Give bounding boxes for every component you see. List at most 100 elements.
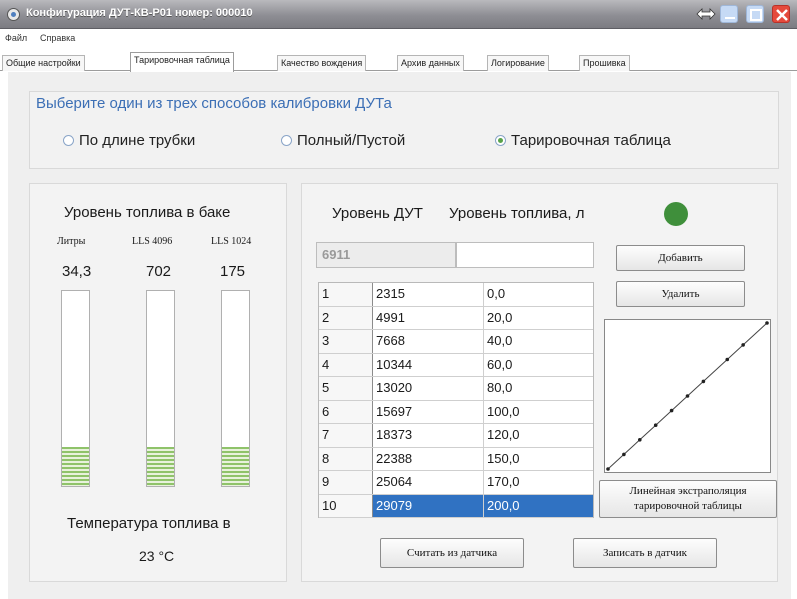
row-number-cell[interactable]: 9 [319, 471, 373, 494]
linear-extrapolation-line-2: тарировочной таблицы [634, 500, 742, 512]
connection-status-indicator [664, 202, 688, 226]
delete-button[interactable]: Удалить [616, 281, 745, 307]
calibration-point [638, 438, 642, 442]
tab-firmware[interactable]: Прошивка [579, 55, 630, 71]
table-row[interactable]: 7 18373 120,0 [319, 424, 593, 448]
radio-tube-length-indicator[interactable] [63, 135, 74, 146]
row-number-cell[interactable]: 3 [319, 330, 373, 353]
read-from-sensor-button[interactable]: Считать из датчика [380, 538, 524, 568]
tab-data-archive[interactable]: Архив данных [397, 55, 464, 71]
close-button[interactable] [772, 5, 790, 23]
sensor-level-cell[interactable]: 29079 [373, 494, 484, 517]
row-number-cell[interactable]: 6 [319, 400, 373, 423]
lls1024-level-fill [222, 447, 249, 486]
radio-full-empty[interactable]: Полный/Пустой [281, 132, 405, 149]
calibration-curve-plot [604, 319, 771, 473]
row-number-cell[interactable]: 4 [319, 353, 373, 376]
calibration-point [685, 394, 690, 398]
fuel-volume-cell[interactable]: 150,0 [484, 448, 593, 471]
minimize-icon [725, 17, 735, 19]
sensor-level-cell[interactable]: 13020 [373, 377, 484, 400]
column-lls4096-label: LLS 4096 [132, 236, 173, 247]
calibration-point [741, 343, 745, 347]
menu-help[interactable]: Справка [40, 33, 75, 43]
column-lls1024-label: LLS 1024 [211, 236, 252, 247]
sensor-level-cell[interactable]: 22388 [373, 447, 484, 470]
app-gear-icon [7, 8, 20, 21]
sensor-level-cell[interactable]: 7668 [373, 330, 484, 353]
fuel-volume-cell[interactable]: 170,0 [484, 471, 593, 494]
table-row[interactable]: 5 13020 80,0 [319, 377, 593, 401]
calibration-curve-svg [606, 321, 769, 471]
sensor-level-cell[interactable]: 15697 [373, 400, 484, 423]
fuel-volume-cell[interactable]: 20,0 [484, 307, 593, 330]
fuel-volume-cell[interactable]: 80,0 [484, 377, 593, 400]
row-number-cell[interactable]: 2 [319, 306, 373, 329]
calibration-point [701, 379, 706, 384]
fuel-level-input[interactable] [456, 242, 594, 268]
radio-tube-length[interactable]: По длине трубки [63, 132, 195, 149]
liters-value: 34,3 [62, 263, 92, 280]
close-icon [776, 9, 788, 21]
fuel-volume-cell[interactable]: 40,0 [484, 330, 593, 353]
table-row[interactable]: 6 15697 100,0 [319, 400, 593, 424]
linear-extrapolation-line-1: Линейная экстраполяция [629, 485, 747, 497]
table-row[interactable]: 10 29079 200,0 [319, 494, 593, 518]
table-row[interactable]: 1 2315 0,0 [319, 283, 593, 307]
table-row[interactable]: 8 22388 150,0 [319, 447, 593, 471]
column-liters-label: Литры [57, 236, 86, 247]
sensor-level-cell[interactable]: 2315 [373, 283, 484, 306]
menu-bar: Файл Справка [0, 30, 797, 47]
table-row[interactable]: 3 7668 40,0 [319, 330, 593, 354]
sensor-level-cell[interactable]: 10344 [373, 353, 484, 376]
lls1024-level-bar [221, 290, 250, 487]
table-row[interactable]: 9 25064 170,0 [319, 471, 593, 495]
row-number-cell[interactable]: 5 [319, 377, 373, 400]
radio-full-empty-label: Полный/Пустой [297, 132, 406, 149]
fuel-temperature-value: 23 °С [139, 548, 175, 564]
maximize-icon [750, 9, 762, 21]
tab-driving-quality[interactable]: Качество вождения [277, 55, 367, 71]
sensor-level-cell[interactable]: 25064 [373, 471, 484, 494]
fuel-level-title: Уровень топлива в баке [64, 204, 231, 221]
row-number-cell[interactable]: 1 [319, 283, 373, 306]
linear-extrapolation-button[interactable]: Линейная экстраполяция тарировочной табл… [599, 480, 777, 518]
lls4096-level-fill [147, 447, 174, 486]
tab-bar: Общие настройки Тарировочная таблица Кач… [0, 48, 797, 72]
calibration-point [669, 408, 674, 413]
fuel-volume-cell[interactable]: 0,0 [484, 283, 593, 306]
lls1024-value: 175 [220, 263, 246, 280]
calibration-table[interactable]: 1 2315 0,0 2 4991 20,0 3 7668 40,0 4 10344 60,0 5 130… [318, 282, 594, 518]
sensor-level-cell[interactable]: 18373 [373, 424, 484, 447]
fuel-volume-cell[interactable]: 100,0 [484, 401, 593, 424]
fuel-volume-cell[interactable]: 200,0 [484, 494, 593, 517]
fuel-volume-cell[interactable]: 120,0 [484, 424, 593, 447]
tab-general-settings[interactable]: Общие настройки [2, 55, 85, 71]
sensor-level-cell[interactable]: 4991 [373, 306, 484, 329]
calibration-point [622, 452, 626, 457]
radio-calibration-table-indicator[interactable] [495, 135, 506, 146]
row-number-cell[interactable]: 8 [319, 447, 373, 470]
tab-logging[interactable]: Логирование [487, 55, 549, 71]
sensor-level-input[interactable]: 6911 [316, 242, 456, 268]
maximize-button[interactable] [746, 5, 764, 23]
radio-calibration-table-label: Тарировочная таблица [511, 132, 671, 149]
add-button[interactable]: Добавить [616, 245, 745, 271]
row-number-cell[interactable]: 7 [319, 424, 373, 447]
minimize-button[interactable] [720, 5, 738, 23]
calibration-point [725, 357, 730, 362]
fuel-temperature-label: Температура топлива в [67, 515, 231, 532]
table-row[interactable]: 4 10344 60,0 [319, 353, 593, 377]
write-to-sensor-button[interactable]: Записать в датчик [573, 538, 717, 568]
row-number-cell[interactable]: 10 [319, 494, 373, 517]
calibration-point [606, 467, 610, 471]
calibration-point [765, 321, 769, 325]
radio-full-empty-indicator[interactable] [281, 135, 292, 146]
resize-arrows-icon[interactable] [695, 6, 717, 22]
menu-file[interactable]: Файл [5, 33, 27, 43]
liters-level-fill [62, 447, 89, 486]
tab-calibration-table[interactable]: Тарировочная таблица [130, 52, 234, 72]
radio-calibration-table[interactable]: Тарировочная таблица [495, 132, 671, 149]
fuel-volume-cell[interactable]: 60,0 [484, 354, 593, 377]
table-row[interactable]: 2 4991 20,0 [319, 306, 593, 330]
